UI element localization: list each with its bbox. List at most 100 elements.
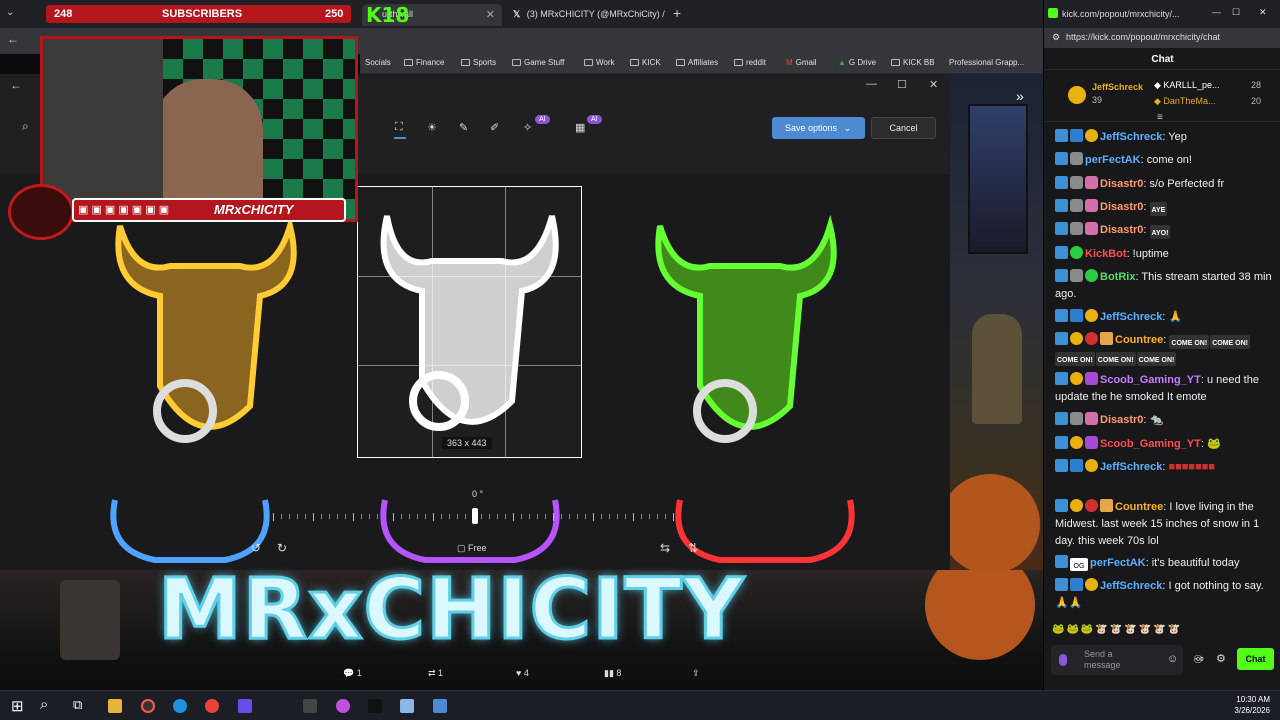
bookmark-affiliates[interactable]: Affiliates [676, 58, 718, 67]
bookmark-gdrive[interactable]: ▲ G Drive [838, 58, 876, 67]
expand-chat-icon[interactable]: » [1016, 88, 1024, 104]
minimize-icon[interactable]: — [1212, 7, 1221, 17]
task-view-icon[interactable]: ⧉ [73, 697, 82, 713]
tiktok-icon[interactable] [368, 699, 382, 713]
bookmark-reddit[interactable]: reddit [734, 58, 766, 67]
chevron-down-icon: ⌄ [843, 123, 852, 133]
chat-address-bar[interactable]: ⚙ https://kick.com/popout/mrxchicity/cha… [1044, 28, 1280, 48]
figure-statue [60, 580, 120, 660]
chat-username[interactable]: perFectAK [1090, 557, 1146, 569]
minimize-icon[interactable]: — [866, 78, 877, 90]
aspect-ratio-dropdown[interactable]: ▢ Free [457, 543, 487, 554]
like-button[interactable]: ♥ 4 [516, 668, 529, 678]
social-bar: ▣ ▣ ▣ ▣ ▣ ▣ ▣ MRxCHICITY [72, 198, 346, 222]
bookmark-sports[interactable]: Sports [461, 58, 496, 67]
chat-username[interactable]: Disastr0 [1100, 224, 1143, 236]
leader-entry[interactable]: ◆ KARLLL_pe... [1154, 80, 1219, 91]
maximize-icon[interactable]: ☐ [897, 78, 907, 91]
site-info-icon[interactable]: ⚙ [1052, 32, 1060, 43]
bookmark-kick-bb[interactable]: KICK BB [891, 58, 935, 67]
chat-text: : I got nothing to say. [1162, 580, 1264, 592]
ai-badge: AI [587, 115, 602, 124]
back-arrow-icon[interactable]: ← [10, 78, 22, 92]
chat-username[interactable]: Countree [1115, 501, 1163, 513]
chat-username[interactable]: Scoob_Gaming_YT [1100, 438, 1201, 450]
chat-username[interactable]: JeffSchreck [1100, 580, 1162, 592]
verified-badge-icon [1055, 412, 1068, 425]
brightness-tool-icon[interactable]: ☀ [427, 121, 437, 134]
chat-username[interactable]: JeffSchreck [1100, 131, 1162, 143]
chat-username[interactable]: JeffSchreck [1100, 311, 1162, 323]
leader-name[interactable]: JeffSchreck [1092, 82, 1143, 92]
chat-username[interactable]: KickBot [1085, 248, 1127, 260]
rotation-slider-thumb[interactable] [472, 508, 478, 524]
emote-quick-bar[interactable]: 🐸🐸🐸🐮🐮🐮🐮🐮🐮 [1052, 624, 1232, 640]
bookmark-socials[interactable]: Socials [365, 58, 391, 67]
save-options-button[interactable]: Save options ⌄ [772, 117, 865, 139]
zoom-icon[interactable]: ⌕ [22, 119, 29, 134]
chrome-icon[interactable] [205, 699, 219, 713]
flip-vertical-icon[interactable]: ⇅ [688, 541, 698, 555]
leader-entry[interactable]: ◆ DanTheMa... [1154, 96, 1215, 107]
new-tab-icon[interactable]: + [673, 5, 681, 21]
chat-username[interactable]: Scoob_Gaming_YT [1100, 374, 1201, 386]
chat-username[interactable]: JeffSchreck [1100, 461, 1162, 473]
verified-badge-icon [1055, 129, 1068, 142]
draw-tool-icon[interactable]: ✐ [490, 121, 499, 134]
chat-username[interactable]: Countree [1115, 334, 1163, 346]
channel-name: MRxCHICITY [214, 202, 294, 217]
app-icon[interactable] [400, 699, 414, 713]
mic-icon[interactable] [1059, 654, 1067, 666]
start-icon[interactable]: ⊞ [11, 697, 24, 715]
close-icon[interactable]: ✕ [1259, 7, 1267, 18]
cancel-button[interactable]: Cancel [871, 117, 936, 139]
views-button[interactable]: ▮▮ 8 [604, 668, 621, 679]
crop-tool-icon[interactable]: ⛶ [395, 121, 403, 134]
chat-message-input[interactable]: Send a message ☺ [1051, 645, 1183, 675]
markup-tool-icon[interactable]: ✎ [459, 121, 468, 134]
slider-tick [457, 514, 458, 519]
rotate-right-icon[interactable]: ↻ [277, 541, 287, 555]
capcut-icon[interactable] [303, 699, 317, 713]
back-icon[interactable]: ← [7, 32, 19, 46]
tab-x-profile[interactable]: 𝕏 (3) MRxCHICITY (@MRxChiCity) / X [505, 4, 665, 26]
app-icon[interactable] [336, 699, 350, 713]
flip-horizontal-icon[interactable]: ⇆ [660, 541, 670, 555]
rotate-left-icon[interactable]: ↺ [251, 541, 261, 555]
chat-username[interactable]: BotRix [1100, 271, 1135, 283]
reply-count: 1 [356, 668, 362, 678]
slider-tick [529, 514, 530, 519]
edge-icon[interactable] [173, 699, 187, 713]
bookmark-professional-grappling[interactable]: Professional Grapp... [949, 58, 1024, 67]
photos-icon[interactable] [433, 699, 447, 713]
maximize-icon[interactable]: ☐ [1232, 7, 1240, 18]
background-tool-icon[interactable]: ▦ [575, 121, 585, 134]
reply-button[interactable]: 💬 1 [343, 668, 362, 679]
erase-tool-icon[interactable]: ✧ [523, 121, 532, 134]
chat-send-button[interactable]: Chat [1237, 648, 1274, 670]
share-icon[interactable]: ∞ [1196, 653, 1204, 665]
settings-icon[interactable]: ⚙ [1216, 652, 1226, 665]
pin-icon[interactable]: ≡ [1157, 112, 1163, 123]
close-icon[interactable]: ✕ [486, 8, 495, 21]
bookmark-game-stuff[interactable]: Game Stuff [512, 58, 564, 67]
share-icon[interactable]: ⇪ [692, 668, 700, 679]
crop-frame[interactable] [357, 186, 582, 458]
leader-value: 28 [1251, 80, 1262, 90]
tab-list-icon[interactable]: ⌄ [6, 7, 14, 18]
chat-username[interactable]: Disastr0 [1100, 201, 1143, 213]
bookmark-work[interactable]: Work [584, 58, 615, 67]
repost-button[interactable]: ⇄ 1 [428, 668, 443, 679]
app-icon[interactable] [141, 699, 155, 713]
bookmark-kick[interactable]: KICK [630, 58, 661, 67]
chat-username[interactable]: Disastr0 [1100, 414, 1143, 426]
close-window-icon[interactable]: ✕ [929, 78, 938, 91]
search-icon[interactable]: ⌕ [40, 696, 48, 713]
app-icon[interactable] [238, 699, 252, 713]
bookmark-gmail[interactable]: M Gmail [786, 58, 817, 67]
chat-username[interactable]: Disastr0 [1100, 178, 1143, 190]
bookmark-finance[interactable]: Finance [404, 58, 444, 67]
emoji-icon[interactable]: ☺ [1167, 653, 1178, 665]
file-explorer-icon[interactable] [108, 699, 122, 713]
chat-username[interactable]: perFectAK [1085, 154, 1141, 166]
